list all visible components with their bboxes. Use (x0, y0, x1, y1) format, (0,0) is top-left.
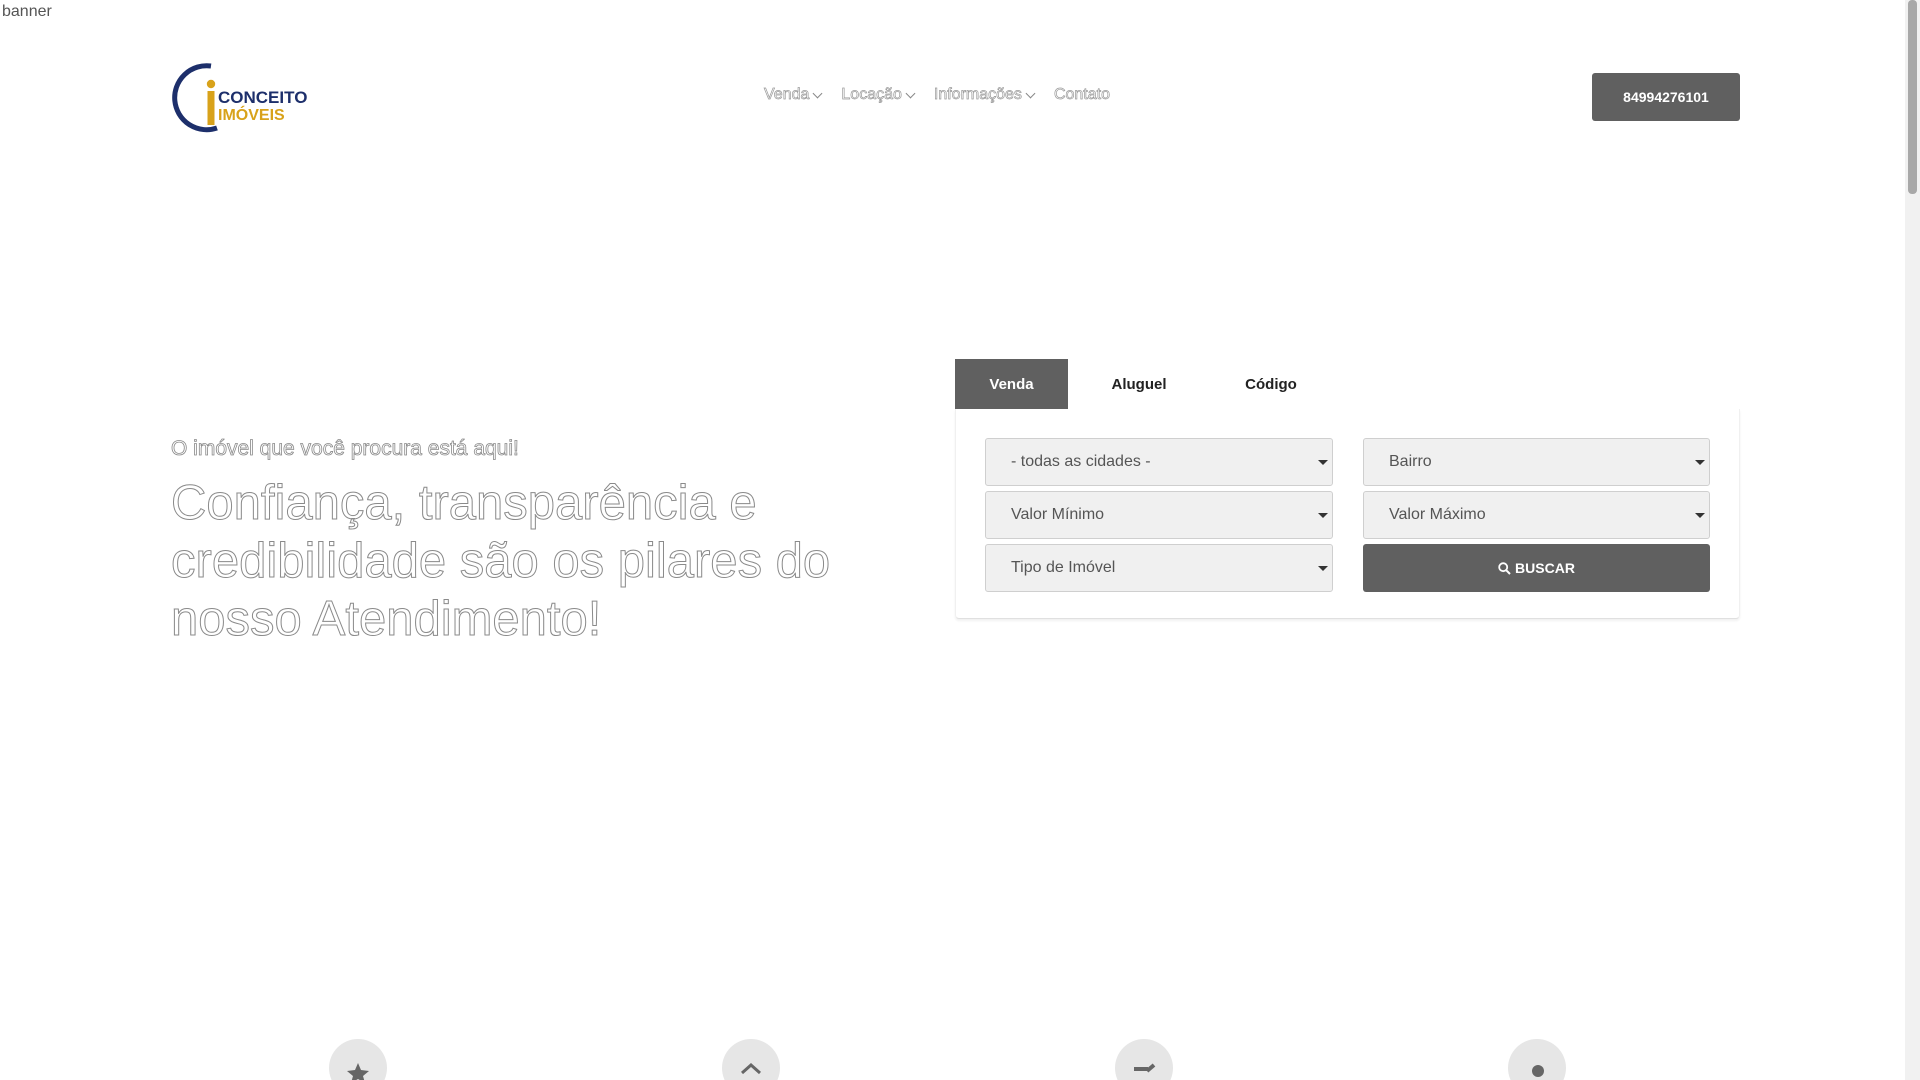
caret-down-icon (1695, 513, 1705, 518)
valor-minimo-value: Valor Mínimo (1011, 506, 1105, 523)
valor-maximo-select[interactable]: Valor Máximo (1363, 491, 1710, 539)
chevron-down-icon (1025, 88, 1036, 98)
valor-minimo-select[interactable]: Valor Mínimo (985, 491, 1333, 539)
caret-down-icon (1318, 460, 1328, 465)
tab-aluguel[interactable]: Aluguel (1068, 359, 1210, 409)
search-icon (1498, 561, 1511, 575)
chevron-down-icon (812, 88, 823, 98)
location-pin-icon (1532, 1065, 1544, 1077)
nav-item-label: Locação (841, 86, 902, 104)
scrollbar-thumb[interactable] (1908, 0, 1917, 194)
banner-alt-text: banner (2, 3, 52, 20)
feature-location (1508, 1039, 1566, 1080)
nav-item-contato[interactable]: Contato (1053, 86, 1111, 104)
chevron-down-icon (905, 88, 916, 98)
nav-item-locacao[interactable]: Locação (841, 86, 916, 104)
main-nav: Venda Locação Informações Contato (764, 86, 1111, 104)
logo-text-line1: CONCEITO (218, 88, 307, 107)
feature-signature (1115, 1039, 1173, 1080)
search-form: - todas as cidades - Bairro Valor Mínimo… (955, 409, 1740, 619)
valor-maximo-value: Valor Máximo (1389, 506, 1486, 523)
star-icon (347, 1063, 369, 1080)
nav-item-label: Informações (933, 86, 1023, 104)
nav-item-venda[interactable]: Venda (764, 86, 823, 104)
feature-star (329, 1039, 387, 1080)
search-tabs: Venda Aluguel Código (955, 359, 1740, 409)
cidade-select[interactable]: - todas as cidades - (985, 438, 1333, 486)
feature-house (722, 1039, 780, 1080)
caret-down-icon (1318, 566, 1328, 571)
bairro-select[interactable]: Bairro (1363, 438, 1710, 486)
nav-item-label: Venda (764, 86, 810, 104)
logo-text-line2: IMÓVEIS (218, 105, 285, 124)
bairro-select-value: Bairro (1389, 453, 1432, 470)
tipo-imovel-select[interactable]: Tipo de Imóvel (985, 544, 1333, 592)
tab-codigo[interactable]: Código (1210, 359, 1332, 409)
caret-down-icon (1318, 513, 1328, 518)
banner-image: banner (0, 3, 52, 21)
house-icon (741, 1063, 761, 1075)
hero-title: Confiança, transparência e credibilidade… (171, 476, 831, 647)
buscar-button[interactable]: BUSCAR (1363, 544, 1710, 592)
tab-venda[interactable]: Venda (955, 359, 1068, 409)
search-panel: Venda Aluguel Código - todas as cidades … (955, 359, 1740, 619)
signature-icon (1134, 1063, 1156, 1073)
caret-down-icon (1695, 460, 1705, 465)
logo-mark: CONCEITO IMÓVEIS (172, 63, 307, 133)
page-scrollbar[interactable] (1905, 0, 1920, 1080)
tipo-imovel-value: Tipo de Imóvel (1011, 559, 1116, 576)
cidade-select-value: - todas as cidades - (1011, 453, 1151, 470)
buscar-button-label: BUSCAR (1515, 560, 1575, 576)
logo[interactable]: CONCEITO IMÓVEIS (171, 60, 311, 134)
nav-item-label: Contato (1053, 86, 1111, 104)
nav-item-informacoes[interactable]: Informações (933, 86, 1036, 104)
hero-subtitle: O imóvel que você procura está aqui! (171, 437, 520, 461)
phone-button[interactable]: 84994276101 (1592, 73, 1740, 121)
